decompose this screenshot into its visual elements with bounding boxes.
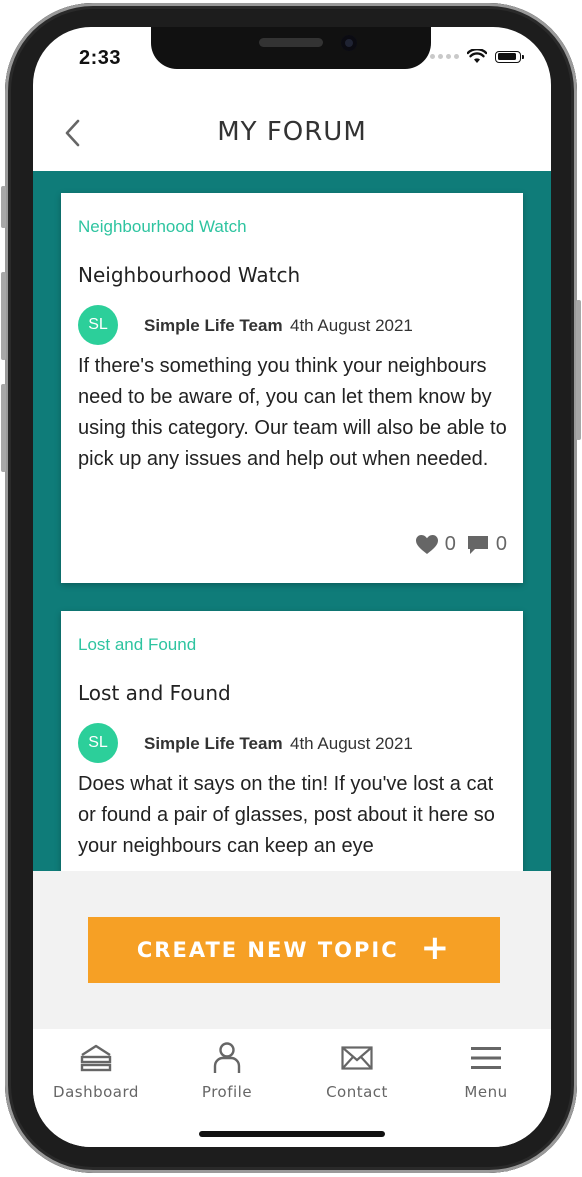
action-area: CREATE NEW TOPIC + bbox=[33, 871, 551, 1029]
topic-stats: 0 0 bbox=[415, 533, 507, 556]
hamburger-menu-icon bbox=[471, 1047, 501, 1069]
wifi-icon bbox=[467, 49, 487, 63]
like-count: 0 bbox=[444, 533, 456, 555]
topic-title[interactable]: Neighbourhood Watch bbox=[78, 263, 300, 287]
author-name: Simple Life Team bbox=[144, 734, 283, 753]
volume-down-button bbox=[1, 384, 6, 472]
battery-icon bbox=[495, 50, 524, 63]
topic-body: If there's something you think your neig… bbox=[78, 355, 507, 470]
comment-button[interactable]: 0 bbox=[466, 533, 507, 556]
create-new-topic-button[interactable]: CREATE NEW TOPIC + bbox=[88, 917, 500, 983]
post-date: 4th August 2021 bbox=[290, 734, 413, 753]
create-topic-label: CREATE NEW TOPIC bbox=[136, 938, 399, 962]
bottom-tab-bar: Dashboard Profile Contact Menu bbox=[33, 1029, 551, 1147]
mute-switch bbox=[1, 186, 6, 228]
volume-up-button bbox=[1, 272, 6, 360]
home-indicator[interactable] bbox=[199, 1131, 385, 1137]
tab-label: Profile bbox=[201, 1083, 253, 1101]
topic-title[interactable]: Lost and Found bbox=[78, 681, 231, 705]
forum-topic-card[interactable]: Neighbourhood Watch Neighbourhood Watch … bbox=[61, 193, 523, 583]
tab-label: Menu bbox=[464, 1083, 508, 1101]
tab-profile[interactable]: Profile bbox=[172, 1039, 282, 1101]
topic-body: Does what it says on the tin! If you've … bbox=[78, 773, 495, 857]
app-header: MY FORUM bbox=[33, 99, 551, 171]
author-name: Simple Life Team bbox=[144, 316, 283, 335]
comment-icon bbox=[467, 535, 488, 554]
topic-category[interactable]: Neighbourhood Watch bbox=[78, 217, 247, 237]
comment-count: 0 bbox=[495, 533, 507, 555]
heart-icon bbox=[415, 535, 438, 554]
profile-icon bbox=[213, 1042, 241, 1073]
plus-icon: + bbox=[420, 928, 452, 968]
avatar: SL bbox=[78, 723, 118, 763]
notch bbox=[151, 27, 431, 69]
tab-label: Contact bbox=[326, 1083, 388, 1101]
post-date: 4th August 2021 bbox=[290, 316, 413, 335]
forum-feed[interactable]: Neighbourhood Watch Neighbourhood Watch … bbox=[33, 171, 551, 871]
like-button[interactable]: 0 bbox=[415, 533, 456, 556]
forum-topic-card[interactable]: Lost and Found Lost and Found SL Simple … bbox=[61, 611, 523, 871]
power-button bbox=[576, 300, 581, 440]
topic-category[interactable]: Lost and Found bbox=[78, 635, 196, 655]
page-title: MY FORUM bbox=[217, 117, 367, 147]
tab-contact[interactable]: Contact bbox=[302, 1039, 412, 1101]
status-time: 2:33 bbox=[79, 47, 122, 69]
cellular-signal-icon bbox=[430, 54, 459, 59]
speaker bbox=[259, 38, 323, 47]
envelope-icon bbox=[341, 1046, 373, 1070]
tab-dashboard[interactable]: Dashboard bbox=[41, 1039, 151, 1101]
avatar: SL bbox=[78, 305, 118, 345]
tab-label: Dashboard bbox=[53, 1083, 139, 1101]
front-camera bbox=[341, 35, 357, 51]
screen: 2:33 MY FORUM Neighbourhood Watch Neighb… bbox=[33, 27, 551, 1147]
status-icons bbox=[430, 49, 524, 64]
tab-menu[interactable]: Menu bbox=[431, 1039, 541, 1101]
dashboard-icon bbox=[80, 1044, 112, 1072]
